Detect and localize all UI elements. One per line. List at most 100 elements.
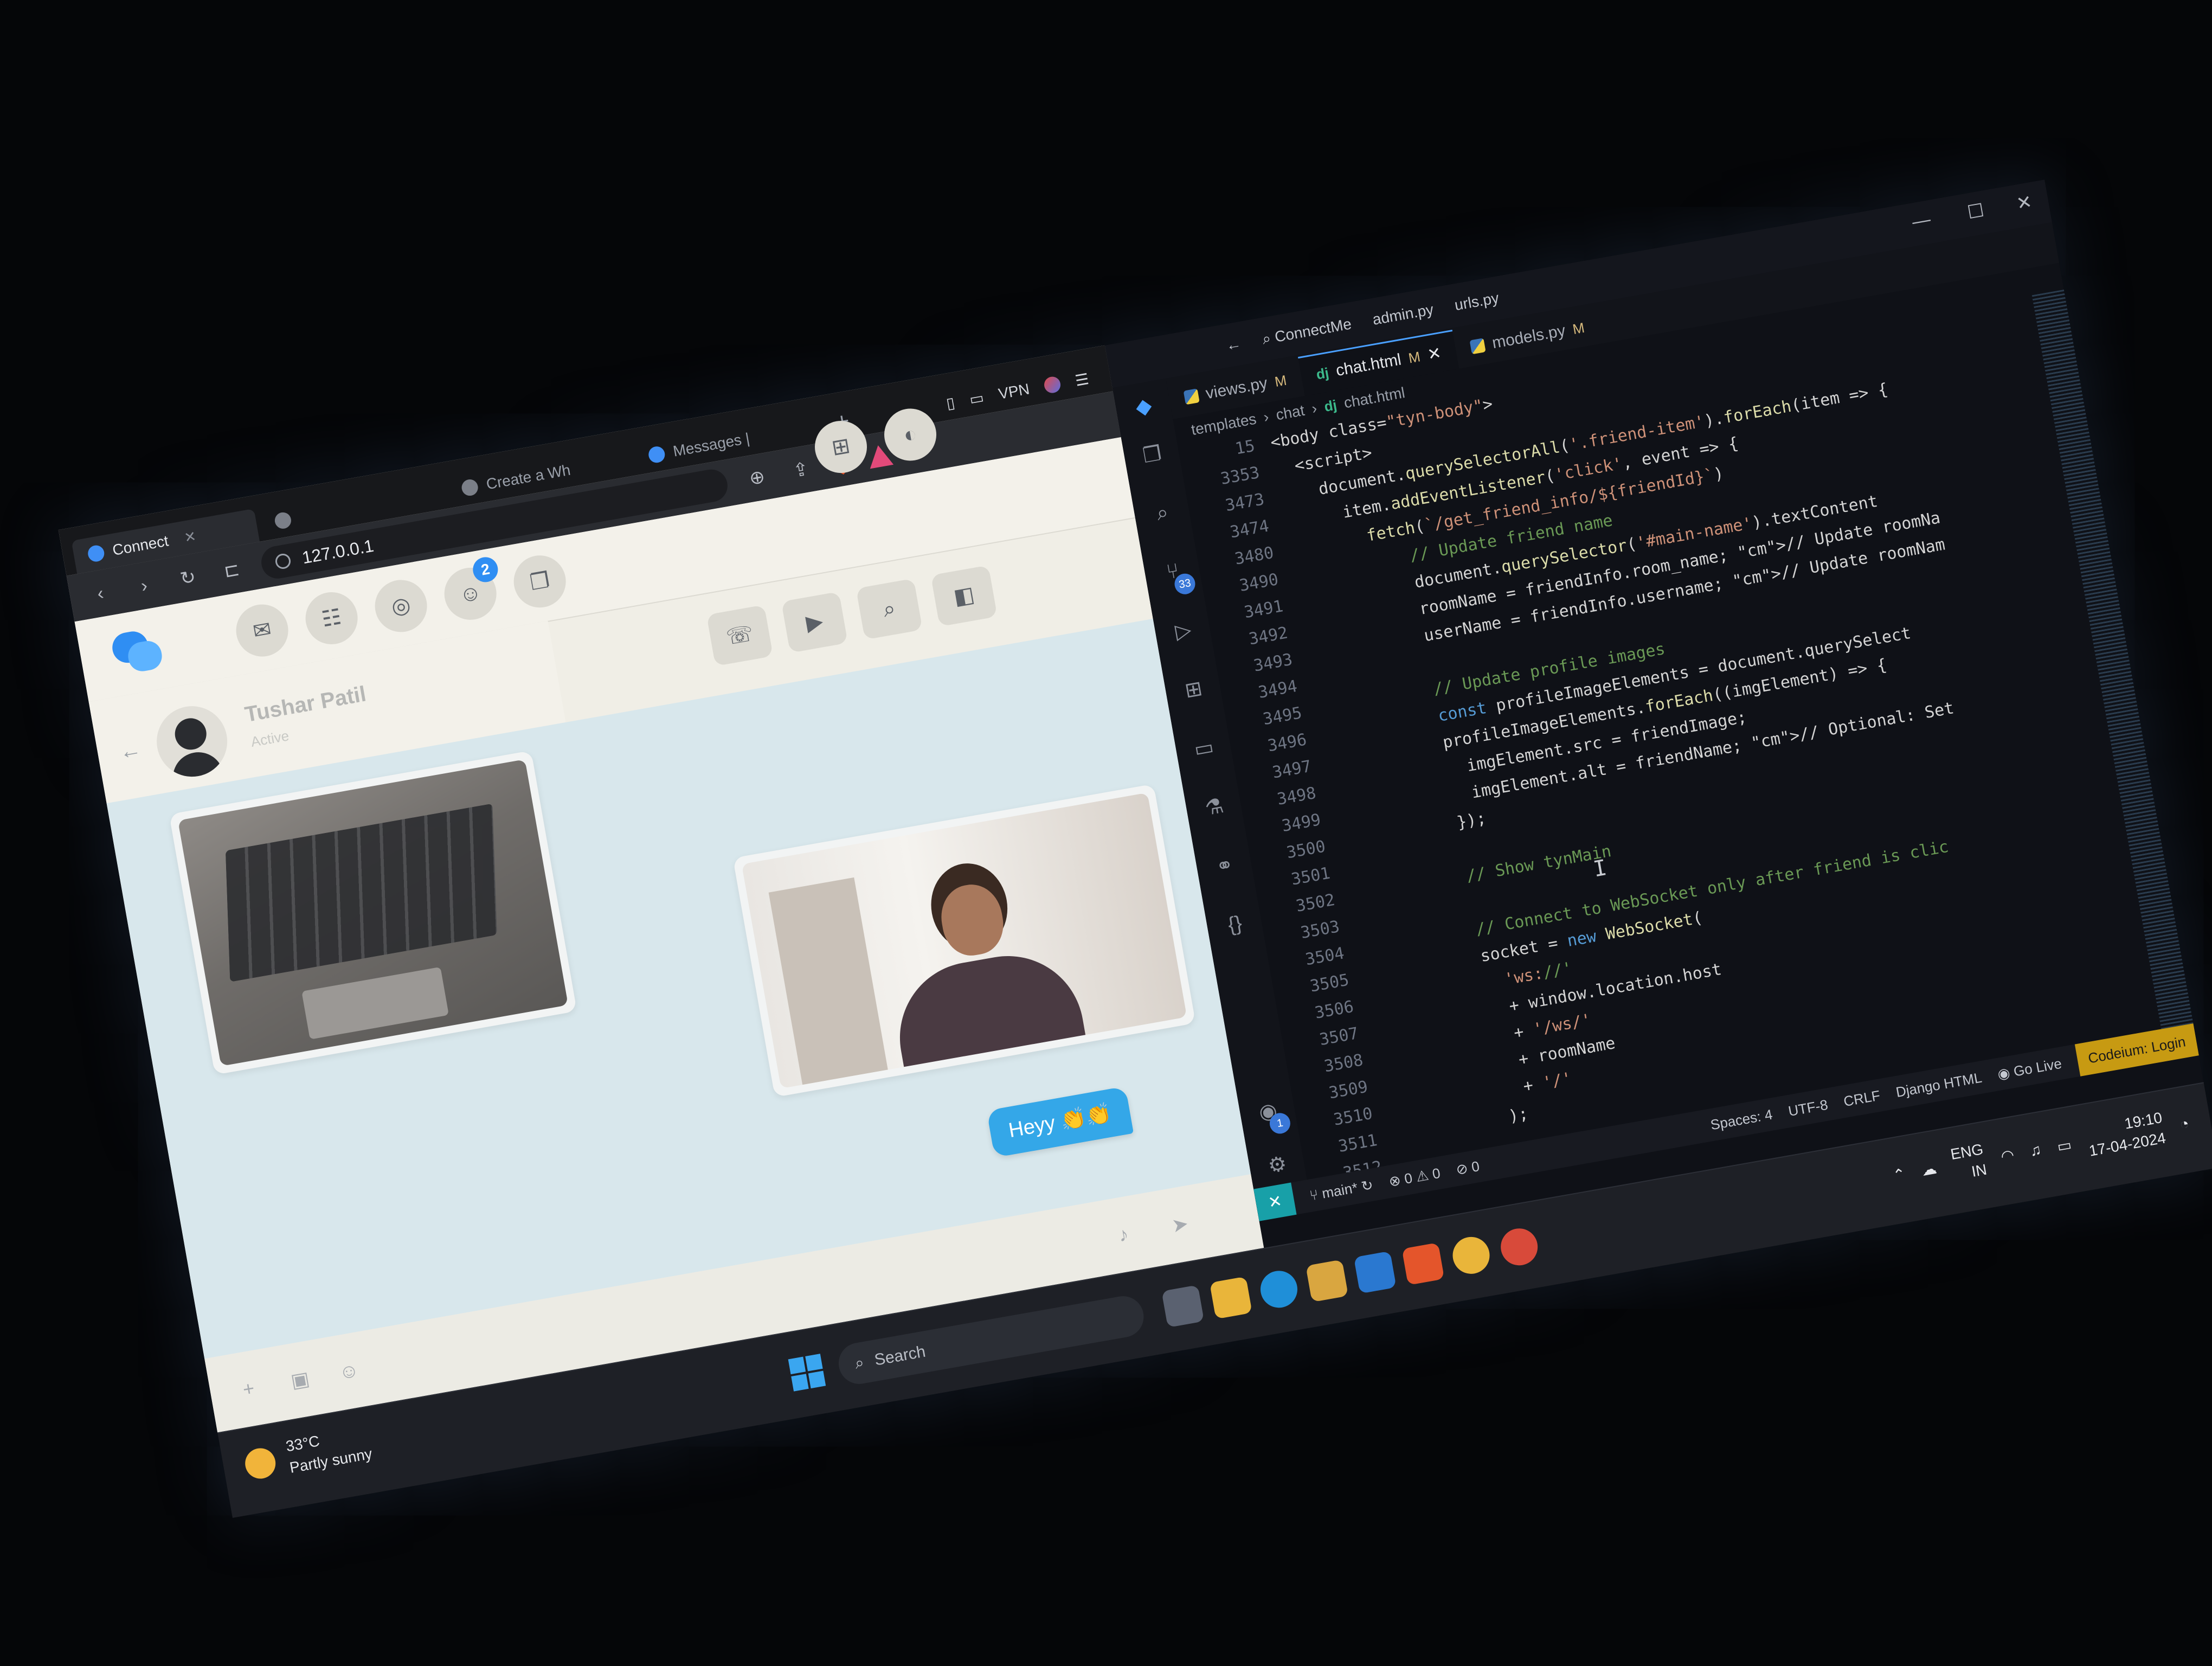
emoji-icon[interactable]: ☺ (337, 1359, 361, 1385)
app-logo-icon (110, 627, 165, 678)
stories-nav-icon[interactable]: ❐ (510, 551, 570, 612)
explorer-icon[interactable]: ❐ (1137, 440, 1166, 469)
add-attachment-icon[interactable]: + (241, 1377, 256, 1401)
share-icon[interactable]: ⇪ (785, 453, 817, 486)
chat-app-favicon-icon (86, 544, 106, 563)
onedrive-icon[interactable]: ☁ (1920, 1159, 1938, 1179)
volume-icon[interactable]: ♫ (2028, 1141, 2042, 1160)
python-icon[interactable]: ⚭ (1210, 851, 1239, 880)
modified-indicator: M (1571, 319, 1586, 337)
search-icon[interactable]: ⌕ (1148, 498, 1177, 527)
chevron-right-icon: › (1262, 408, 1270, 426)
ports-count: 0 (1470, 1157, 1481, 1175)
chrome-profile-icon[interactable] (1497, 1225, 1541, 1268)
wifi-icon[interactable]: ◠ (1999, 1145, 2016, 1165)
back-arrow-icon[interactable]: ← (118, 737, 143, 765)
workspace-name: ConnectMe (1273, 315, 1353, 345)
chrome-icon[interactable] (1450, 1234, 1493, 1277)
search-label: Search (873, 1342, 927, 1369)
language-indicator[interactable]: ENG IN (1949, 1139, 1989, 1185)
encoding-indicator[interactable]: UTF-8 (1787, 1096, 1829, 1119)
reload-icon[interactable]: ↻ (172, 562, 204, 594)
bot-nav-icon[interactable]: ◎ (371, 575, 432, 637)
tab-label: views.py (1204, 374, 1269, 403)
title-tab-admin[interactable]: admin.py (1371, 301, 1435, 329)
video-call-icon[interactable]: ▶ (781, 591, 848, 653)
zoom-icon[interactable]: ⊕ (741, 462, 773, 494)
profile-icon[interactable] (1043, 375, 1062, 395)
site-info-icon[interactable] (274, 552, 292, 571)
image-icon[interactable]: ▣ (289, 1367, 311, 1393)
contacts-nav-icon[interactable]: ☷ (301, 588, 362, 649)
nav-back-icon[interactable]: ← (1225, 335, 1243, 354)
brave-taskbar-icon[interactable] (1401, 1242, 1445, 1285)
title-tab-urls[interactable]: urls.py (1453, 289, 1500, 314)
friend-requests-nav-icon[interactable]: ☺ 2 (440, 555, 501, 624)
remote-explorer-icon[interactable]: ▭ (1189, 734, 1218, 762)
contact-status: Active (249, 727, 291, 751)
breadcrumb-item[interactable]: chat (1275, 402, 1306, 424)
search-icon: ⌕ (853, 1353, 866, 1373)
wallet-icon[interactable]: ▭ (968, 388, 985, 408)
weather-widget[interactable]: 33°C Partly sunny (284, 1421, 374, 1479)
json-icon[interactable]: {} (1220, 910, 1249, 939)
settings-gear-icon[interactable]: ⚙ (1263, 1150, 1291, 1179)
laptop-screen: Connect ✕ Create a Wh Messages | + ▯ ▭ V… (58, 180, 2212, 1518)
vscode-window: ← ⌕ ConnectMe admin.py urls.py — ☐ ✕ ◆ ❐… (1104, 180, 2204, 1248)
notification-bell-icon[interactable]: ◔ (2178, 1115, 2190, 1133)
edge-icon[interactable] (1257, 1267, 1301, 1311)
vscode-taskbar-icon[interactable] (1353, 1251, 1397, 1294)
modified-indicator: M (1407, 348, 1422, 367)
voice-call-icon[interactable]: ☏ (706, 605, 774, 667)
tab-label: Connect (111, 532, 170, 559)
maximize-icon[interactable]: ☐ (1966, 200, 1986, 224)
language-mode[interactable]: Django HTML (1894, 1069, 1983, 1100)
browser-window: Connect ✕ Create a Wh Messages | + ▯ ▭ V… (58, 345, 1264, 1433)
notification-badge: 2 (471, 555, 500, 585)
eol-indicator[interactable]: CRLF (1842, 1087, 1881, 1110)
problems-indicator[interactable]: ⊗ 0 ⚠ 0 (1387, 1164, 1442, 1190)
forward-icon[interactable]: › (128, 569, 160, 602)
microphone-icon[interactable]: ♪ (1117, 1222, 1130, 1246)
contact-name: Tushar Patil (243, 682, 368, 727)
code-editor[interactable]: 15 3353 3473 3474 3480 3490 3491 3492 3493 3494 34… (1178, 295, 2161, 1180)
file-explorer-icon[interactable] (1209, 1276, 1252, 1319)
bookmark-icon[interactable]: ⊏ (215, 554, 248, 587)
chevron-up-icon[interactable]: ⌃ (1892, 1164, 1907, 1184)
store-icon[interactable] (1306, 1259, 1349, 1303)
vpn-button[interactable]: VPN (997, 380, 1031, 403)
close-icon[interactable]: ✕ (2015, 191, 2034, 215)
code-lines[interactable]: <body class="tyn-body"> <script> documen… (1269, 295, 2162, 1180)
testing-icon[interactable]: ⚗ (1200, 792, 1229, 821)
chat-app-favicon-icon (647, 445, 666, 464)
battery-icon[interactable]: ▭ (2056, 1135, 2073, 1155)
outgoing-image-message[interactable] (732, 784, 1196, 1098)
task-view-icon[interactable] (1161, 1285, 1205, 1328)
weather-icon[interactable] (242, 1446, 278, 1481)
go-live-button[interactable]: ◉ Go Live (1996, 1055, 2063, 1082)
tab-label: chat.html (1334, 350, 1403, 380)
incoming-image-message[interactable] (169, 750, 577, 1075)
go-live-label: Go Live (2012, 1055, 2063, 1080)
back-icon[interactable]: ‹ (84, 577, 117, 610)
minimize-icon[interactable]: — (1911, 209, 1932, 233)
search-icon[interactable]: ⌕ (856, 578, 923, 640)
outgoing-text-message[interactable]: Heyy 👏👏 (986, 1086, 1134, 1158)
clock[interactable]: 19:10 17-04-2024 (2084, 1107, 2167, 1162)
send-icon[interactable]: ➤ (1170, 1212, 1190, 1238)
tab-close-icon[interactable]: ✕ (183, 528, 197, 546)
extensions-icon[interactable]: ⊞ (1179, 675, 1208, 703)
menu-icon[interactable]: ☰ (1073, 370, 1090, 390)
tab-close-icon[interactable]: ✕ (1426, 343, 1443, 364)
branch-indicator[interactable]: ⑂ main* ↻ (1308, 1176, 1374, 1204)
python-file-icon (1183, 388, 1200, 405)
ports-indicator[interactable]: ⊘ 0 (1455, 1157, 1481, 1178)
command-center[interactable]: ⌕ ConnectMe (1261, 315, 1353, 348)
remote-indicator-icon[interactable]: ✕ (1253, 1182, 1297, 1221)
run-debug-icon[interactable]: ▷ (1169, 616, 1198, 645)
indentation-indicator[interactable]: Spaces: 4 (1709, 1106, 1774, 1133)
chats-nav-icon[interactable]: ✉ (232, 600, 293, 661)
start-button-icon[interactable] (788, 1354, 826, 1392)
info-panel-toggle-icon[interactable]: ◧ (930, 565, 998, 627)
sidebar-toggle-icon[interactable]: ▯ (945, 393, 956, 412)
